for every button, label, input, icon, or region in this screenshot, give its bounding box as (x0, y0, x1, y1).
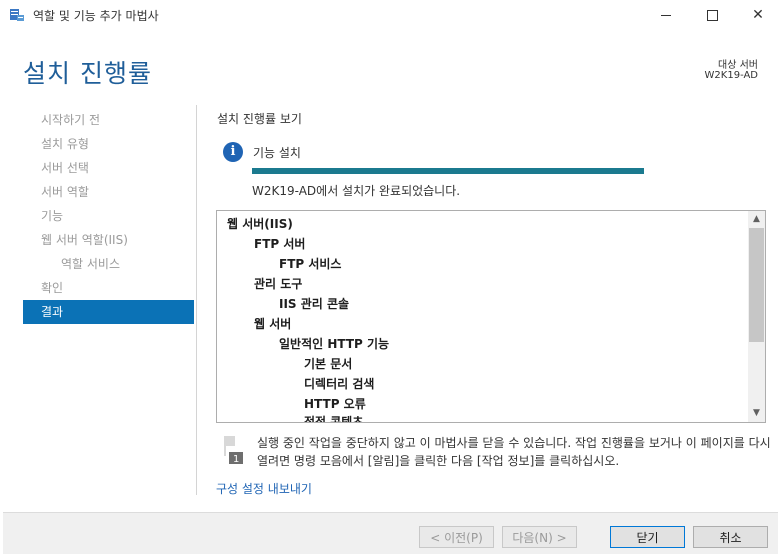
nav-item[interactable]: 역할 서비스 (23, 252, 194, 276)
page-title: 설치 진행률 (23, 59, 152, 88)
close-window-button[interactable]: ✕ (735, 0, 781, 30)
results-scrollbar[interactable]: ▲ ▼ (748, 211, 765, 422)
svg-text:1: 1 (233, 454, 239, 464)
results-list-box[interactable]: 웹 서버(IIS) FTP 서버 FTP 서비스관리 도구 IIS 관리 콘솔웹 서버… (216, 210, 766, 423)
export-config-link[interactable]: 구성 설정 내보내기 (216, 480, 312, 497)
wizard-footer: < 이전(P) 다음(N) > 닫기 취소 (3, 512, 778, 554)
result-item: 웹 서버(IIS) (227, 217, 293, 231)
nav-item[interactable]: 확인 (23, 276, 194, 300)
nav-item[interactable]: 서버 역할 (23, 180, 194, 204)
scroll-up-icon[interactable]: ▲ (748, 211, 765, 228)
scroll-thumb[interactable] (749, 228, 764, 342)
next-button[interactable]: 다음(N) > (502, 526, 577, 548)
wizard-body: 설치 진행률 대상 서버 W2K19-AD 시작하기 전 설치 유형 서버 선택 서버… (3, 30, 778, 554)
result-item: 웹 서버 (254, 317, 292, 331)
results-list: 웹 서버(IIS) FTP 서버 FTP 서비스관리 도구 IIS 관리 콘솔웹 서버… (217, 211, 746, 422)
maximize-icon (706, 9, 718, 21)
nav-item[interactable]: 결과 (23, 300, 194, 324)
window-title: 역할 및 기능 추가 마법사 (33, 9, 159, 23)
nav-divider (196, 105, 197, 495)
nav-item[interactable]: 시작하기 전 (23, 108, 194, 132)
nav-item[interactable]: 기능 (23, 204, 194, 228)
cancel-button[interactable]: 취소 (693, 526, 768, 548)
result-item: 정적 콘텐츠 (304, 415, 364, 422)
progress-fill (252, 168, 644, 174)
nav-item[interactable]: 웹 서버 역할(IIS) (23, 228, 194, 252)
server-manager-icon (10, 9, 24, 21)
feature-install-label: 기능 설치 (253, 146, 301, 160)
close-icon: ✕ (752, 7, 764, 23)
minimize-button[interactable] (643, 0, 689, 30)
minimize-icon (661, 14, 671, 16)
result-item: FTP 서버 (254, 237, 306, 251)
close-wizard-notice: 실행 중인 작업을 중단하지 않고 이 마법사를 닫을 수 있습니다. 작업 진… (257, 436, 771, 468)
result-item: 일반적인 HTTP 기능 (279, 337, 390, 351)
install-status-text: W2K19-AD에서 설치가 완료되었습니다. (252, 184, 461, 198)
destination-server-label: 대상 서버 (718, 60, 758, 71)
result-item: 디렉터리 검색 (304, 377, 375, 391)
destination-server-value: W2K19-AD (704, 70, 758, 81)
nav-item[interactable]: 서버 선택 (23, 156, 194, 180)
section-title: 설치 진행률 보기 (217, 112, 302, 126)
wizard-nav: 시작하기 전 설치 유형 서버 선택 서버 역할 기능 웹 서버 역할(IIS) 역할 서비… (23, 108, 194, 324)
result-item: HTTP 오류 (304, 397, 366, 411)
close-button[interactable]: 닫기 (610, 526, 685, 548)
result-item: FTP 서비스 (279, 257, 342, 271)
result-item: 기본 문서 (304, 357, 353, 371)
maximize-button[interactable] (689, 0, 735, 30)
install-progress-bar (252, 168, 644, 174)
nav-item[interactable]: 설치 유형 (23, 132, 194, 156)
result-item: IIS 관리 콘솔 (279, 297, 350, 311)
result-item: 관리 도구 (254, 277, 303, 291)
previous-button[interactable]: < 이전(P) (419, 526, 494, 548)
scroll-down-icon[interactable]: ▼ (748, 405, 765, 422)
info-icon: i (223, 142, 243, 162)
notification-flag-icon: 1 (224, 436, 243, 464)
title-bar: 역할 및 기능 추가 마법사 ✕ (0, 0, 781, 30)
